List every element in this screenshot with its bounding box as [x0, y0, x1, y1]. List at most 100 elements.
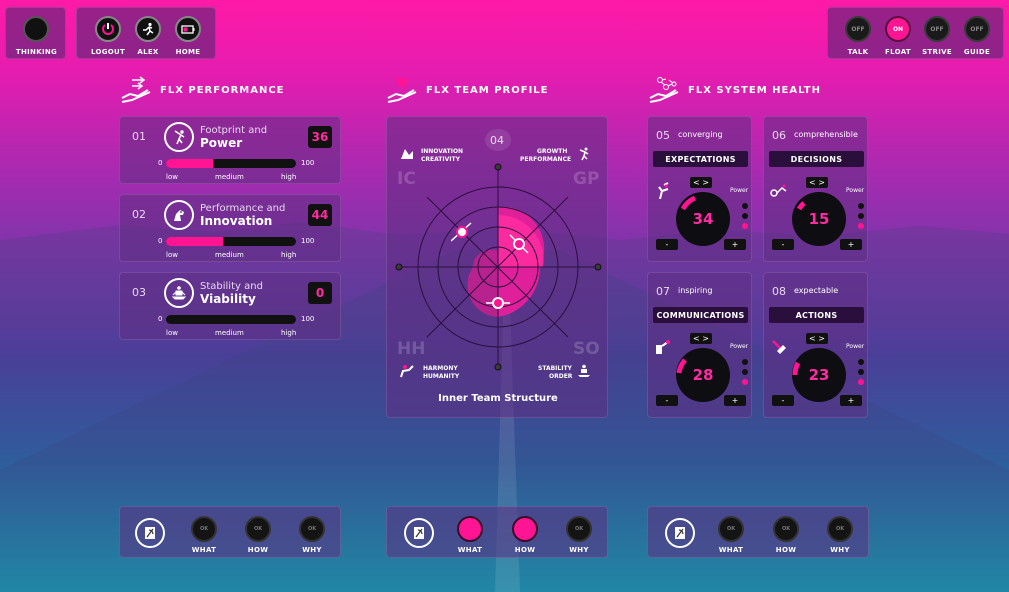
user-nav-panel: LOGOUT ALEX HOME — [76, 7, 216, 59]
plus-button[interactable]: + — [840, 395, 862, 406]
arrows-button[interactable]: < > — [806, 333, 828, 344]
strive-toggle[interactable]: OFF — [924, 16, 950, 42]
card-number: 06 — [772, 129, 786, 142]
power-level-dot — [858, 369, 864, 375]
ic-slider-handle[interactable] — [451, 221, 473, 243]
guide-label: GUIDE — [963, 48, 991, 56]
why-label: WHY — [569, 546, 589, 554]
what-label: WHAT — [457, 546, 483, 554]
power-icon — [102, 23, 114, 35]
satellite-dish-icon[interactable] — [665, 518, 695, 548]
how-label: HOW — [514, 546, 536, 554]
power-label: Power — [846, 343, 865, 350]
talk-toggle[interactable]: OFF — [845, 16, 871, 42]
plus-button[interactable]: + — [724, 395, 746, 406]
how-button[interactable]: OK — [773, 516, 799, 542]
scale-max: 100 — [301, 159, 315, 167]
plus-button[interactable]: + — [840, 239, 862, 250]
toggle-panel: OFF TALK ON FLOAT OFF STRIVE OFF GUIDE — [827, 7, 1004, 59]
card-number: 05 — [656, 129, 670, 142]
power-level-dot — [858, 213, 864, 219]
power-label: Power — [846, 187, 865, 194]
thinking-label: THINKING — [15, 48, 58, 56]
minus-button[interactable]: - — [772, 239, 794, 250]
team-title: FLX TEAM PROFILE — [426, 85, 549, 96]
arrows-button[interactable]: < > — [806, 177, 828, 188]
satellite-dish-icon[interactable] — [135, 518, 165, 548]
card-icon — [656, 340, 670, 354]
guide-toggle[interactable]: OFF — [964, 16, 990, 42]
power-level-dot — [742, 213, 748, 219]
power-level-dot — [742, 223, 748, 229]
strive-label: STRIVE — [922, 48, 952, 56]
minus-button[interactable]: - — [772, 395, 794, 406]
power-level-dot — [742, 379, 748, 385]
what-button[interactable] — [457, 516, 483, 542]
what-button[interactable]: OK — [718, 516, 744, 542]
home-button[interactable] — [175, 16, 201, 42]
float-label: FLOAT — [885, 48, 911, 56]
power-value: 28 — [692, 366, 714, 384]
satellite-dish-icon[interactable] — [404, 518, 434, 548]
what-label: WHAT — [191, 546, 217, 554]
card-label: DECISIONS — [769, 151, 864, 167]
row-subtitle: Performance and — [200, 203, 286, 214]
horse-head-icon — [164, 200, 194, 230]
why-button[interactable]: OK — [566, 516, 592, 542]
high-label: high — [281, 251, 297, 259]
arrows-button[interactable]: < > — [690, 177, 712, 188]
why-label: WHY — [830, 546, 850, 554]
power-level-dot — [742, 369, 748, 375]
power-level-dot — [742, 203, 748, 209]
martial-arts-icon — [164, 122, 194, 152]
scale-max: 100 — [301, 237, 315, 245]
power-label: Power — [730, 343, 749, 350]
row-subtitle: Footprint and — [200, 125, 268, 136]
power-level-dot — [742, 359, 748, 365]
bottom-bar-health: OK WHAT OK HOW OK WHY — [647, 506, 869, 558]
power-value: 23 — [808, 366, 830, 384]
meditation-icon — [164, 278, 194, 308]
how-button[interactable] — [512, 516, 538, 542]
row-title: Power — [200, 136, 243, 150]
hand-network-icon — [649, 75, 679, 103]
health-card-08: 08 expectable ACTIONS < > Power 23 - + — [763, 272, 868, 418]
performance-row-03[interactable]: 03 Stability and Viability 0 0 100 low m… — [119, 272, 341, 340]
what-button[interactable]: OK — [191, 516, 217, 542]
card-label: COMMUNICATIONS — [653, 307, 748, 323]
team-radar-chart — [395, 163, 602, 371]
runner-icon — [143, 22, 154, 36]
gp-slider-handle[interactable] — [508, 233, 530, 255]
card-icon — [658, 182, 669, 199]
power-label: Power — [730, 187, 749, 194]
card-word: inspiring — [678, 286, 713, 295]
power-knob[interactable]: 28 — [676, 348, 730, 402]
why-button[interactable]: OK — [299, 516, 325, 542]
alex-button[interactable] — [135, 16, 161, 42]
minus-button[interactable]: - — [656, 239, 678, 250]
why-button[interactable]: OK — [827, 516, 853, 542]
health-card-06: 06 comprehensible DECISIONS < > Power 15… — [763, 116, 868, 262]
hh-slider-handle[interactable] — [486, 296, 510, 310]
logout-button[interactable] — [95, 16, 121, 42]
performance-row-02[interactable]: 02 Performance and Innovation 44 0 100 l… — [119, 194, 341, 262]
health-card-07: 07 inspiring COMMUNICATIONS < > Power 28… — [647, 272, 752, 418]
power-knob[interactable]: 15 — [792, 192, 846, 246]
high-label: high — [281, 173, 297, 181]
thinking-button[interactable] — [23, 16, 49, 42]
power-knob[interactable]: 34 — [676, 192, 730, 246]
card-label: EXPECTATIONS — [653, 151, 748, 167]
minus-button[interactable]: - — [656, 395, 678, 406]
card-word: converging — [678, 130, 723, 139]
why-label: WHY — [302, 546, 322, 554]
arrows-button[interactable]: < > — [690, 333, 712, 344]
performance-row-01[interactable]: 01 Footprint and Power 36 0 100 low medi… — [119, 116, 341, 184]
plus-button[interactable]: + — [724, 239, 746, 250]
card-label: ACTIONS — [769, 307, 864, 323]
power-level-dot — [858, 359, 864, 365]
power-knob[interactable]: 23 — [792, 348, 846, 402]
progress-bar — [166, 237, 296, 246]
how-button[interactable]: OK — [245, 516, 271, 542]
power-level-dot — [858, 379, 864, 385]
float-toggle[interactable]: ON — [885, 16, 911, 42]
